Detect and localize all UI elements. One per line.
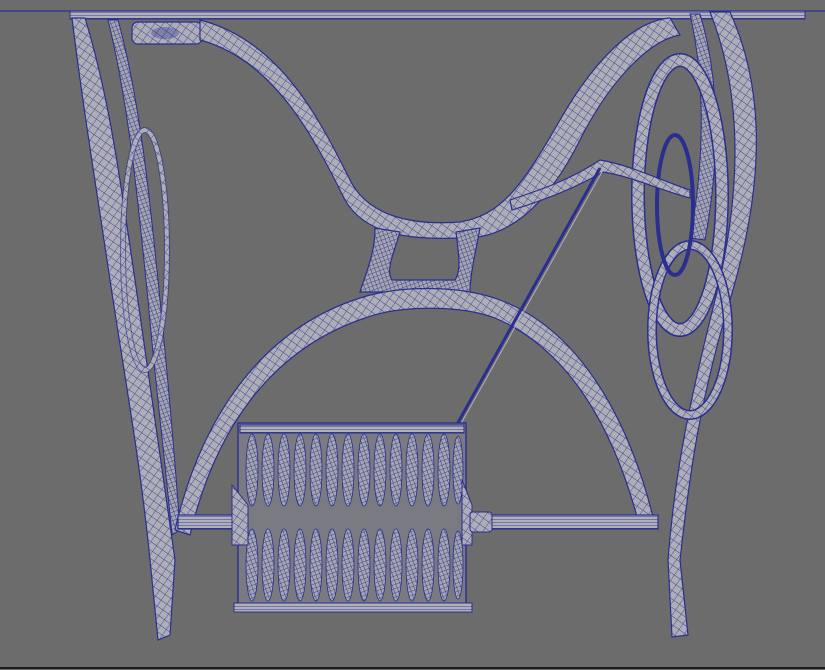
top-bracket-left [131, 21, 203, 45]
treadle-stand-model [0, 10, 825, 669]
3d-viewport[interactable] [0, 0, 825, 670]
left-leg [71, 17, 181, 641]
treadle-pedal [231, 422, 493, 613]
flywheel [631, 53, 733, 420]
upper-arch [199, 17, 681, 239]
